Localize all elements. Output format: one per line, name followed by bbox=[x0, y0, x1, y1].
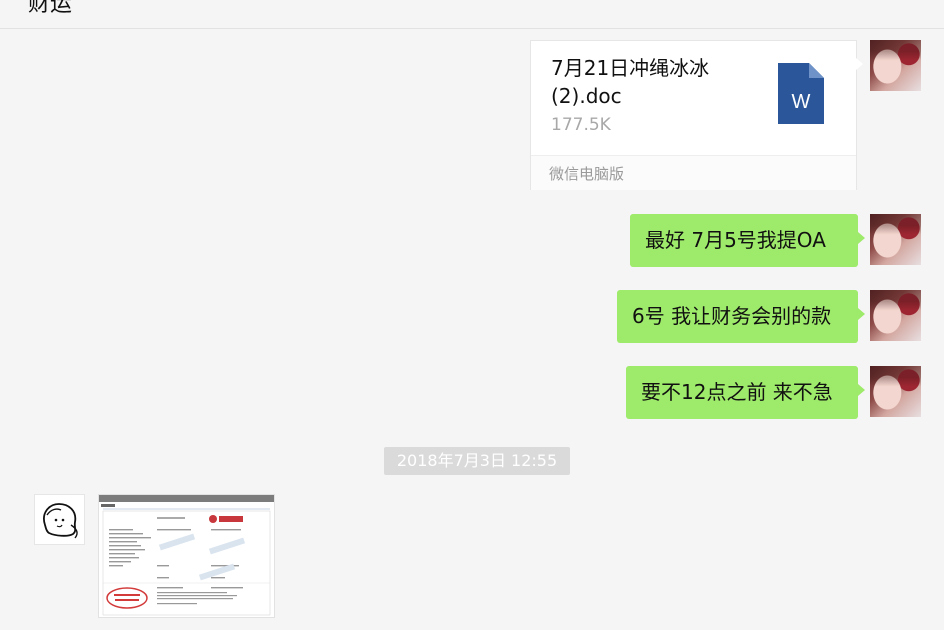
word-doc-icon: W bbox=[778, 63, 824, 124]
self-avatar[interactable] bbox=[870, 366, 921, 417]
self-avatar[interactable] bbox=[870, 40, 921, 91]
image-message[interactable] bbox=[98, 494, 275, 618]
chat-window: 财运 ··· 7月21日冲绳冰冰(2).doc 177.5K W 微信电脑版 最… bbox=[0, 0, 944, 630]
chat-timestamp: 2018年7月3日 12:55 bbox=[384, 447, 570, 475]
message-text: 要不12点之前 来不急 bbox=[641, 380, 833, 404]
svg-text:W: W bbox=[792, 91, 811, 113]
message-bubble[interactable]: 6号 我让财务会别的款 bbox=[617, 290, 865, 343]
message-text: 6号 我让财务会别的款 bbox=[632, 304, 832, 328]
bank-receipt-image bbox=[99, 495, 274, 616]
message-bubble[interactable]: 最好 7月5号我提OA bbox=[630, 214, 865, 267]
chat-title: 财运 bbox=[28, 0, 73, 17]
contact-avatar[interactable] bbox=[34, 494, 85, 545]
file-name: 7月21日冲绳冰冰(2).doc bbox=[551, 56, 710, 108]
message-text: 最好 7月5号我提OA bbox=[645, 228, 826, 252]
self-avatar[interactable] bbox=[870, 290, 921, 341]
more-options-icon[interactable]: ··· bbox=[919, 0, 936, 9]
file-message-card[interactable]: 7月21日冲绳冰冰(2).doc 177.5K W 微信电脑版 bbox=[530, 40, 863, 190]
message-bubble[interactable]: 要不12点之前 来不急 bbox=[626, 366, 865, 419]
self-avatar[interactable] bbox=[870, 214, 921, 265]
file-source-footer: 微信电脑版 bbox=[531, 155, 856, 190]
file-source-label: 微信电脑版 bbox=[549, 165, 625, 183]
chat-header: 财运 ··· bbox=[0, 0, 944, 29]
sketch-face-avatar-icon bbox=[43, 503, 78, 539]
file-size: 177.5K bbox=[551, 115, 611, 135]
